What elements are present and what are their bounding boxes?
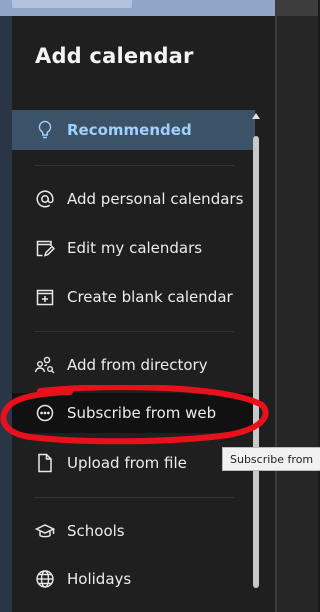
add-calendar-panel: Add calendar Recommended Add personal ca… [12, 16, 275, 612]
nav-item-label: Add from directory [67, 356, 208, 374]
lightbulb-icon [34, 119, 56, 141]
background-right-top [275, 0, 318, 16]
edit-calendar-icon [34, 237, 56, 259]
panel-title: Add calendar [35, 44, 194, 68]
background-right-area [275, 0, 318, 612]
people-search-icon [34, 354, 56, 376]
nav-item-upload-from-file[interactable]: Upload from file [12, 443, 255, 483]
scroll-thumb[interactable] [253, 136, 259, 588]
school-icon [34, 520, 56, 542]
scroll-up-arrow[interactable] [252, 113, 260, 119]
background-left-edge [0, 16, 12, 612]
nav-item-label: Schools [67, 522, 125, 540]
nav-item-edit-my-calendars[interactable]: Edit my calendars [12, 228, 255, 268]
nav-item-create-blank-calendar[interactable]: Create blank calendar [12, 277, 255, 317]
calendar-add-icon [34, 286, 56, 308]
nav-item-label: Holidays [67, 570, 132, 588]
globe-icon [34, 568, 56, 590]
background-top-strip [0, 0, 318, 16]
file-upload-icon [34, 452, 56, 474]
panel-scrollbar[interactable] [251, 95, 261, 590]
background-text-peek [12, 0, 132, 8]
nav-item-schools[interactable]: Schools [12, 511, 255, 551]
nav-item-add-personal-calendars[interactable]: Add personal calendars [12, 179, 255, 219]
subscribe-circle-icon [34, 402, 56, 424]
nav-item-label: Add personal calendars [67, 190, 244, 208]
tooltip-text: Subscribe from [230, 452, 314, 466]
divider [34, 331, 234, 332]
tooltip: Subscribe from [222, 447, 320, 471]
at-sign-icon [34, 188, 56, 210]
nav-item-holidays[interactable]: Holidays [12, 559, 255, 599]
nav-item-label: Create blank calendar [67, 288, 233, 306]
nav-item-label: Edit my calendars [67, 239, 203, 257]
divider [34, 165, 234, 166]
nav-item-label: Subscribe from web [67, 404, 217, 422]
divider [34, 497, 234, 498]
nav-item-label: Upload from file [67, 454, 187, 472]
background-divider [275, 0, 277, 612]
nav-item-recommended[interactable]: Recommended [12, 110, 255, 150]
nav-item-subscribe-from-web[interactable]: Subscribe from web [12, 393, 255, 433]
nav-item-label: Recommended [67, 121, 192, 139]
nav-item-add-from-directory[interactable]: Add from directory [12, 345, 255, 385]
